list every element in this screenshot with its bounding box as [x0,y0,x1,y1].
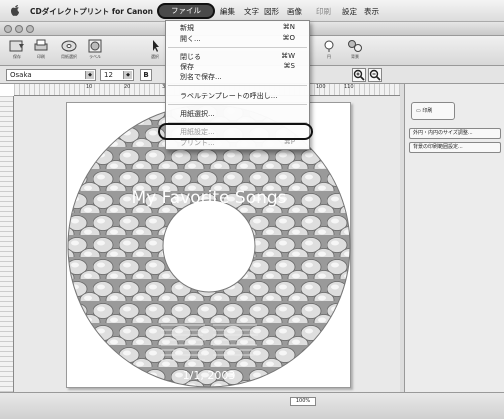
zoom-out-button[interactable] [368,68,382,82]
shortcut-close: ⌘W [281,52,295,60]
image-menu[interactable]: 画像 [287,6,302,17]
file-menu[interactable]: ファイル [157,3,215,19]
background-label: 背景 [351,54,359,59]
ruler-label: 100 [316,84,326,90]
menu-item-paper-select[interactable]: 用紙選択... [180,109,215,119]
font-family-value: Osaka [10,71,32,79]
label-button[interactable]: ラベル [84,39,106,63]
menu-separator [168,47,307,48]
zoom-in-button[interactable] [352,68,366,82]
print-button[interactable]: ▭ 印刷 [411,102,455,120]
disc-title-text[interactable]: My Favorite Songs [131,188,286,208]
status-bar: 100% [0,392,504,419]
view-menu[interactable]: 表示 [364,6,379,17]
font-size-select[interactable]: 12 ◆ [100,69,134,81]
menu-separator [168,104,307,105]
printer-icon: ▭ [416,108,421,114]
circle-tool-button[interactable]: 円 [318,39,340,63]
chevron-updown-icon: ◆ [85,71,94,79]
print-label: 印刷 [37,54,45,59]
shape-menu[interactable]: 図形 [264,6,279,17]
print-toolbar-button[interactable]: 印刷 [30,39,52,63]
minimize-window-button[interactable] [15,25,23,33]
shortcut-new: ⌘N [282,23,295,31]
menu-item-save[interactable]: 保存 [180,62,194,72]
menu-item-new[interactable]: 新規 [180,23,194,33]
highlight-annotation [158,123,313,140]
font-family-select[interactable]: Osaka ◆ [6,69,96,81]
chevron-updown-icon: ◆ [123,71,132,79]
font-size-value: 12 [104,71,113,79]
side-panel: ▭ 印刷 外円・内円のサイズ調整... 背景の印刷範囲設定... [404,84,504,392]
save-icon [9,40,24,52]
zoom-level[interactable]: 100% [290,397,316,406]
circle-size-adjust-button[interactable]: 外円・内円のサイズ調整... [409,128,501,139]
shortcut-open: ⌘O [282,34,295,42]
save-label: 保存 [13,54,21,59]
apple-menu-icon[interactable] [10,4,20,16]
zoom-in-icon [353,69,365,81]
menu-item-save-as[interactable]: 別名で保存... [180,72,222,82]
ruler-label: 110 [344,84,354,90]
menu-bar: CDダイレクトプリント for Canon ファイル 編集 文字 図形 画像 印… [0,0,504,22]
shortcut-save: ⌘S [283,62,295,70]
close-window-button[interactable] [4,25,12,33]
background-icon [348,40,362,52]
printer-icon [34,39,48,51]
background-print-range-button[interactable]: 背景の印刷範囲設定... [409,142,501,153]
menu-separator [168,85,307,86]
ruler-label: 10 [86,84,93,90]
menu-item-close[interactable]: 閉じる [180,52,201,62]
menu-item-load-template[interactable]: ラベルテンプレートの呼出し... [180,91,277,101]
zoom-window-button[interactable] [26,25,34,33]
disc-icon [61,40,77,52]
select-label: 選択 [151,54,159,59]
print-button-label: 印刷 [422,108,433,114]
disc-date-text[interactable]: 1/1, 2003 [183,369,236,382]
circle-label: 円 [327,54,331,59]
paper-select-label: 用紙選択 [61,54,77,59]
background-button[interactable]: 背景 [344,39,366,63]
select-tool-button[interactable]: 選択 [144,39,166,63]
settings-menu[interactable]: 設定 [342,6,357,17]
zoom-out-icon [369,69,381,81]
app-name-menu[interactable]: CDダイレクトプリント for Canon [30,6,153,17]
label-icon [88,39,102,53]
ruler-label: 20 [124,84,131,90]
disc-hole [162,199,256,293]
menu-item-open[interactable]: 開く... [180,34,201,44]
save-button[interactable]: 保存 [6,39,28,63]
edit-menu[interactable]: 編集 [220,6,235,17]
label-label: ラベル [89,54,101,59]
circle-icon [324,40,334,52]
paper-select-button[interactable]: 用紙選択 [58,39,80,63]
bold-button[interactable]: B [140,69,152,81]
text-menu[interactable]: 文字 [244,6,259,17]
arrow-pointer-icon [153,40,159,52]
vertical-ruler [0,96,14,392]
print-menu[interactable]: 印刷 [316,6,331,17]
